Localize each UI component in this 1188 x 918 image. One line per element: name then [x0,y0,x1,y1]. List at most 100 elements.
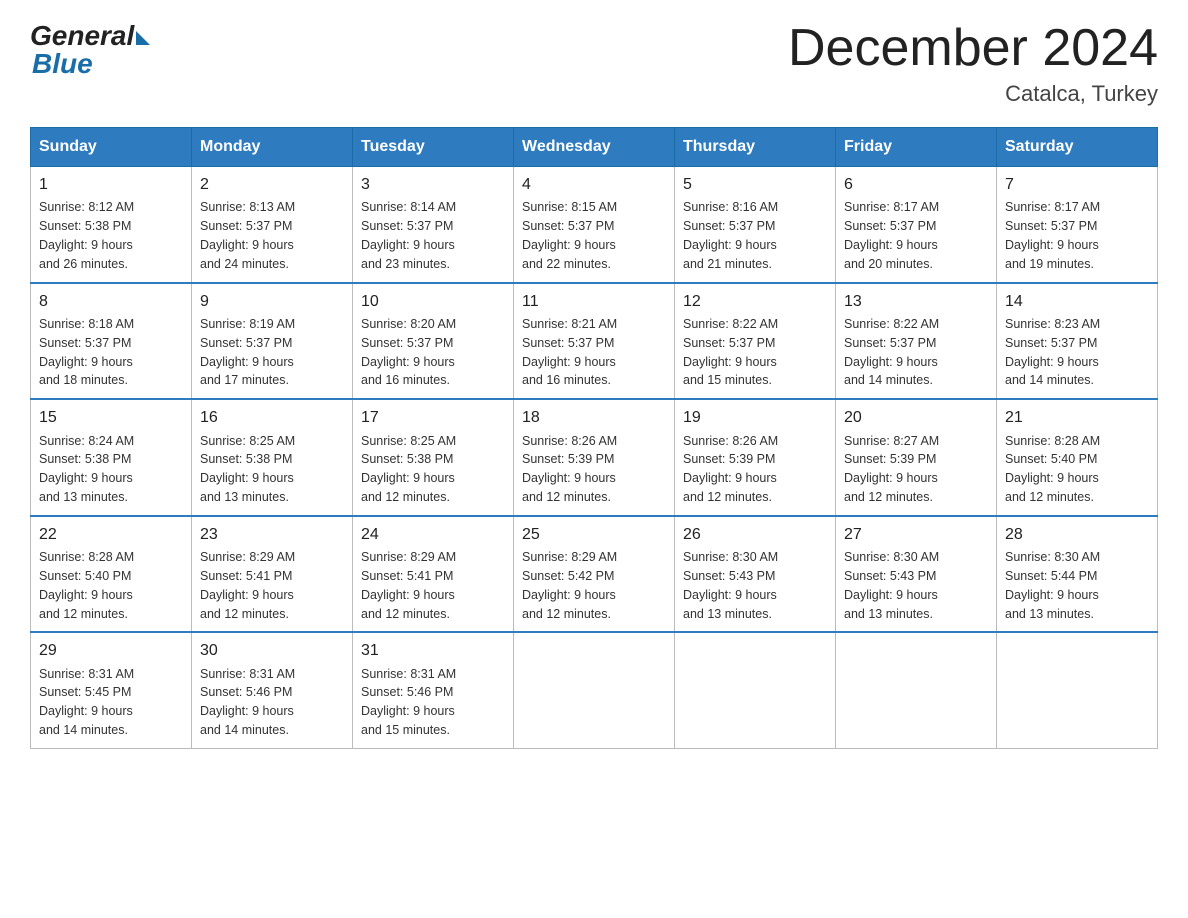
day-number: 29 [39,639,183,662]
calendar-cell: 21 Sunrise: 8:28 AMSunset: 5:40 PMDaylig… [997,399,1158,516]
page-header: General Blue December 2024 Catalca, Turk… [30,20,1158,107]
calendar-cell: 4 Sunrise: 8:15 AMSunset: 5:37 PMDayligh… [514,167,675,283]
day-number: 18 [522,406,666,429]
calendar-cell: 20 Sunrise: 8:27 AMSunset: 5:39 PMDaylig… [836,399,997,516]
calendar-cell: 2 Sunrise: 8:13 AMSunset: 5:37 PMDayligh… [192,167,353,283]
day-info: Sunrise: 8:30 AMSunset: 5:44 PMDaylight:… [1005,550,1100,621]
day-number: 17 [361,406,505,429]
calendar-cell: 8 Sunrise: 8:18 AMSunset: 5:37 PMDayligh… [31,283,192,400]
col-header-tuesday: Tuesday [353,128,514,167]
day-info: Sunrise: 8:18 AMSunset: 5:37 PMDaylight:… [39,317,134,388]
calendar-cell: 3 Sunrise: 8:14 AMSunset: 5:37 PMDayligh… [353,167,514,283]
calendar-cell: 15 Sunrise: 8:24 AMSunset: 5:38 PMDaylig… [31,399,192,516]
logo-blue-text: Blue [30,48,93,80]
calendar-cell: 26 Sunrise: 8:30 AMSunset: 5:43 PMDaylig… [675,516,836,633]
day-info: Sunrise: 8:17 AMSunset: 5:37 PMDaylight:… [844,200,939,271]
day-number: 7 [1005,173,1149,196]
calendar-cell: 19 Sunrise: 8:26 AMSunset: 5:39 PMDaylig… [675,399,836,516]
title-area: December 2024 Catalca, Turkey [788,20,1158,107]
calendar-week-row: 15 Sunrise: 8:24 AMSunset: 5:38 PMDaylig… [31,399,1158,516]
calendar-week-row: 29 Sunrise: 8:31 AMSunset: 5:45 PMDaylig… [31,632,1158,748]
calendar-cell: 14 Sunrise: 8:23 AMSunset: 5:37 PMDaylig… [997,283,1158,400]
day-number: 27 [844,523,988,546]
day-number: 10 [361,290,505,313]
day-number: 23 [200,523,344,546]
calendar-table: SundayMondayTuesdayWednesdayThursdayFrid… [30,127,1158,749]
day-number: 3 [361,173,505,196]
day-info: Sunrise: 8:22 AMSunset: 5:37 PMDaylight:… [844,317,939,388]
day-info: Sunrise: 8:17 AMSunset: 5:37 PMDaylight:… [1005,200,1100,271]
day-number: 30 [200,639,344,662]
location-text: Catalca, Turkey [788,81,1158,107]
calendar-cell: 16 Sunrise: 8:25 AMSunset: 5:38 PMDaylig… [192,399,353,516]
day-number: 2 [200,173,344,196]
day-info: Sunrise: 8:31 AMSunset: 5:45 PMDaylight:… [39,667,134,738]
day-info: Sunrise: 8:16 AMSunset: 5:37 PMDaylight:… [683,200,778,271]
col-header-saturday: Saturday [997,128,1158,167]
day-info: Sunrise: 8:29 AMSunset: 5:41 PMDaylight:… [200,550,295,621]
day-info: Sunrise: 8:25 AMSunset: 5:38 PMDaylight:… [361,434,456,505]
day-number: 21 [1005,406,1149,429]
day-info: Sunrise: 8:15 AMSunset: 5:37 PMDaylight:… [522,200,617,271]
day-number: 24 [361,523,505,546]
day-number: 14 [1005,290,1149,313]
calendar-cell: 6 Sunrise: 8:17 AMSunset: 5:37 PMDayligh… [836,167,997,283]
calendar-cell: 17 Sunrise: 8:25 AMSunset: 5:38 PMDaylig… [353,399,514,516]
day-info: Sunrise: 8:28 AMSunset: 5:40 PMDaylight:… [39,550,134,621]
col-header-wednesday: Wednesday [514,128,675,167]
day-info: Sunrise: 8:21 AMSunset: 5:37 PMDaylight:… [522,317,617,388]
calendar-week-row: 1 Sunrise: 8:12 AMSunset: 5:38 PMDayligh… [31,167,1158,283]
day-info: Sunrise: 8:26 AMSunset: 5:39 PMDaylight:… [522,434,617,505]
col-header-thursday: Thursday [675,128,836,167]
calendar-cell [836,632,997,748]
day-number: 22 [39,523,183,546]
day-info: Sunrise: 8:29 AMSunset: 5:41 PMDaylight:… [361,550,456,621]
calendar-cell: 24 Sunrise: 8:29 AMSunset: 5:41 PMDaylig… [353,516,514,633]
calendar-cell: 27 Sunrise: 8:30 AMSunset: 5:43 PMDaylig… [836,516,997,633]
day-info: Sunrise: 8:31 AMSunset: 5:46 PMDaylight:… [361,667,456,738]
calendar-cell: 18 Sunrise: 8:26 AMSunset: 5:39 PMDaylig… [514,399,675,516]
calendar-cell [997,632,1158,748]
day-info: Sunrise: 8:19 AMSunset: 5:37 PMDaylight:… [200,317,295,388]
day-info: Sunrise: 8:14 AMSunset: 5:37 PMDaylight:… [361,200,456,271]
calendar-cell: 1 Sunrise: 8:12 AMSunset: 5:38 PMDayligh… [31,167,192,283]
day-number: 8 [39,290,183,313]
day-number: 26 [683,523,827,546]
day-number: 1 [39,173,183,196]
day-number: 16 [200,406,344,429]
day-info: Sunrise: 8:28 AMSunset: 5:40 PMDaylight:… [1005,434,1100,505]
day-info: Sunrise: 8:29 AMSunset: 5:42 PMDaylight:… [522,550,617,621]
calendar-cell [675,632,836,748]
calendar-week-row: 8 Sunrise: 8:18 AMSunset: 5:37 PMDayligh… [31,283,1158,400]
day-number: 11 [522,290,666,313]
day-number: 20 [844,406,988,429]
col-header-friday: Friday [836,128,997,167]
calendar-cell: 10 Sunrise: 8:20 AMSunset: 5:37 PMDaylig… [353,283,514,400]
month-title: December 2024 [788,20,1158,77]
calendar-cell [514,632,675,748]
day-info: Sunrise: 8:30 AMSunset: 5:43 PMDaylight:… [683,550,778,621]
day-info: Sunrise: 8:30 AMSunset: 5:43 PMDaylight:… [844,550,939,621]
day-number: 5 [683,173,827,196]
logo: General Blue [30,20,150,80]
calendar-cell: 22 Sunrise: 8:28 AMSunset: 5:40 PMDaylig… [31,516,192,633]
day-info: Sunrise: 8:25 AMSunset: 5:38 PMDaylight:… [200,434,295,505]
col-header-sunday: Sunday [31,128,192,167]
day-number: 4 [522,173,666,196]
calendar-cell: 29 Sunrise: 8:31 AMSunset: 5:45 PMDaylig… [31,632,192,748]
calendar-week-row: 22 Sunrise: 8:28 AMSunset: 5:40 PMDaylig… [31,516,1158,633]
col-header-monday: Monday [192,128,353,167]
calendar-cell: 7 Sunrise: 8:17 AMSunset: 5:37 PMDayligh… [997,167,1158,283]
calendar-cell: 12 Sunrise: 8:22 AMSunset: 5:37 PMDaylig… [675,283,836,400]
day-number: 12 [683,290,827,313]
calendar-header-row: SundayMondayTuesdayWednesdayThursdayFrid… [31,128,1158,167]
calendar-cell: 9 Sunrise: 8:19 AMSunset: 5:37 PMDayligh… [192,283,353,400]
day-number: 6 [844,173,988,196]
day-info: Sunrise: 8:24 AMSunset: 5:38 PMDaylight:… [39,434,134,505]
day-info: Sunrise: 8:22 AMSunset: 5:37 PMDaylight:… [683,317,778,388]
calendar-cell: 5 Sunrise: 8:16 AMSunset: 5:37 PMDayligh… [675,167,836,283]
day-info: Sunrise: 8:31 AMSunset: 5:46 PMDaylight:… [200,667,295,738]
day-number: 31 [361,639,505,662]
day-info: Sunrise: 8:20 AMSunset: 5:37 PMDaylight:… [361,317,456,388]
day-number: 25 [522,523,666,546]
